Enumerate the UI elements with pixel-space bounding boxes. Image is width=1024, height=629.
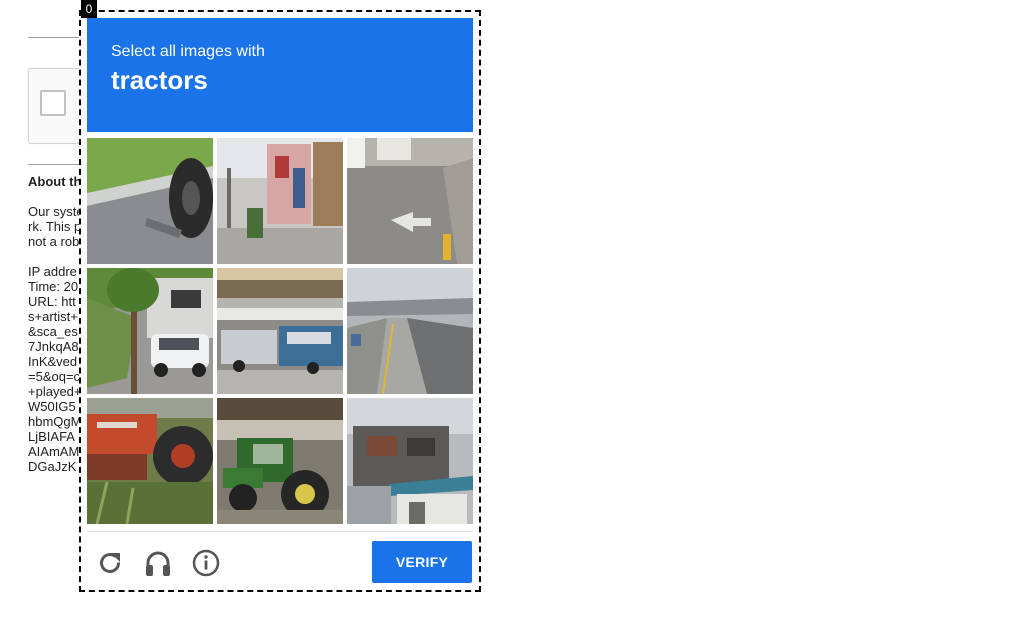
- info-line: InK&ved: [28, 354, 78, 369]
- tile-image: [217, 398, 343, 524]
- tile-image: [347, 398, 473, 524]
- info-icon[interactable]: [190, 547, 222, 579]
- footer-divider: [87, 531, 473, 532]
- tile-image: [87, 268, 213, 394]
- image-tile-3[interactable]: [347, 138, 473, 264]
- challenge-instruction: Select all images with: [111, 43, 265, 60]
- tile-image: [217, 268, 343, 394]
- image-tile-8[interactable]: [217, 398, 343, 524]
- frame-index-label: 0: [81, 0, 97, 18]
- info-line: AIAmAM: [28, 444, 80, 459]
- image-tile-9[interactable]: [347, 398, 473, 524]
- challenge-header: Select all images with tractors: [87, 18, 473, 132]
- tile-image: [217, 138, 343, 264]
- about-heading: About th: [28, 174, 82, 189]
- info-line: 7JnkqA8: [28, 339, 79, 354]
- info-line: IP addre: [28, 264, 77, 279]
- info-line: DGaJzK: [28, 459, 77, 474]
- info-line: =5&oq=c: [28, 369, 81, 384]
- info-line: LjBIAFA: [28, 429, 75, 444]
- image-tile-7[interactable]: [87, 398, 213, 524]
- about-paragraph-line: Our syste: [28, 204, 84, 219]
- info-line: +played+: [28, 384, 82, 399]
- about-paragraph-line: not a rob: [28, 234, 80, 249]
- tile-image: [347, 268, 473, 394]
- about-paragraph-line: rk. This p: [28, 219, 82, 234]
- image-tile-1[interactable]: [87, 138, 213, 264]
- verify-button[interactable]: VERIFY: [372, 541, 472, 583]
- image-tile-4[interactable]: [87, 268, 213, 394]
- image-tile-6[interactable]: [347, 268, 473, 394]
- image-tile-2[interactable]: [217, 138, 343, 264]
- tile-image: [87, 398, 213, 524]
- reload-icon[interactable]: [94, 547, 126, 579]
- info-line: hbmQgM: [28, 414, 82, 429]
- recaptcha-checkbox[interactable]: [40, 90, 66, 116]
- audio-icon[interactable]: [142, 547, 174, 579]
- info-line: URL: htt: [28, 294, 76, 309]
- image-grid: [87, 138, 473, 524]
- info-line: s+artist+: [28, 309, 78, 324]
- info-line: &sca_es: [28, 324, 78, 339]
- image-tile-5[interactable]: [217, 268, 343, 394]
- tile-image: [87, 138, 213, 264]
- info-line: Time: 20: [28, 279, 79, 294]
- info-line: W50IG5: [28, 399, 76, 414]
- challenge-object: tractors: [111, 65, 208, 95]
- tile-image: [347, 138, 473, 264]
